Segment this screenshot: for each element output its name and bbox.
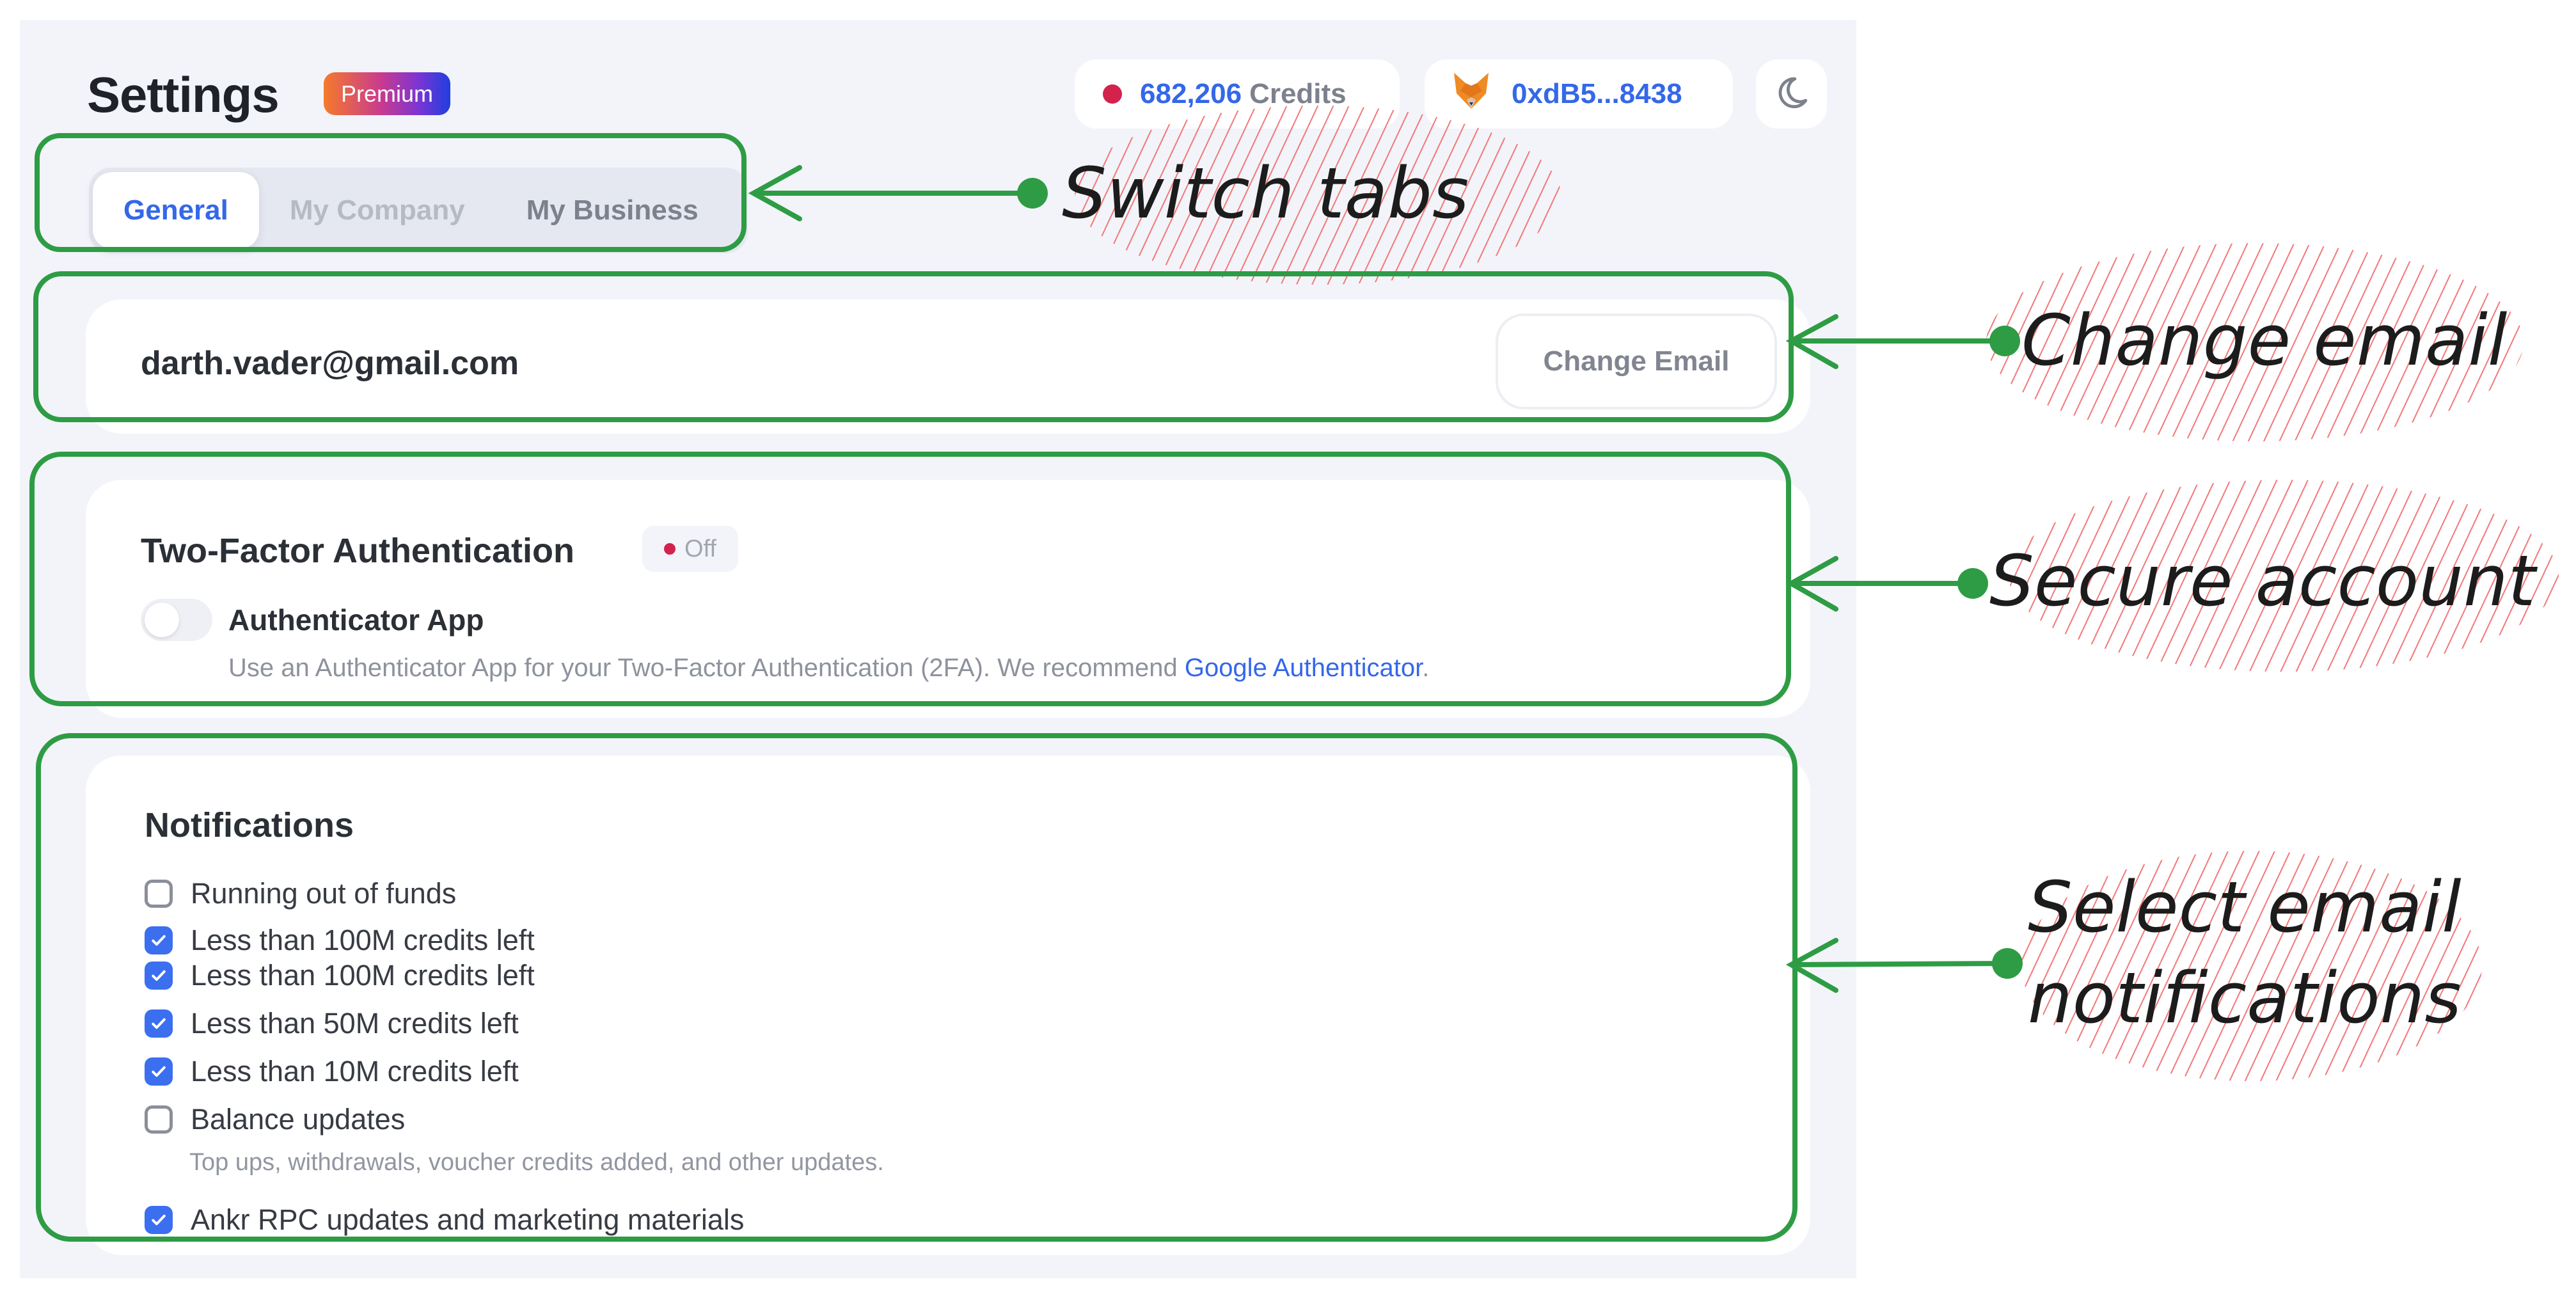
annotation-select-email: Select email [2028, 866, 2461, 948]
annotation-dot [1992, 948, 2023, 979]
annotation-dot [1989, 326, 2020, 356]
annotation-arrow [1785, 556, 1974, 612]
annotation-arrow [1785, 938, 2009, 993]
annotation-dot [1017, 178, 1048, 209]
annotation-dot [1957, 568, 1988, 599]
annotation-secure-account: Secure account [1989, 540, 2536, 622]
annotation-change-email: Change email [2021, 299, 2508, 381]
annotation-box-2fa [29, 452, 1791, 706]
annotation-notifications: notifications [2028, 957, 2461, 1039]
annotation-box-notifications [36, 733, 1798, 1242]
annotation-box-email [33, 271, 1794, 422]
annotation-arrow [1785, 314, 2006, 369]
annotation-arrow [748, 165, 1034, 221]
annotation-box-tabs [35, 133, 747, 252]
annotation-switch-tabs: Switch tabs [1062, 152, 1469, 234]
